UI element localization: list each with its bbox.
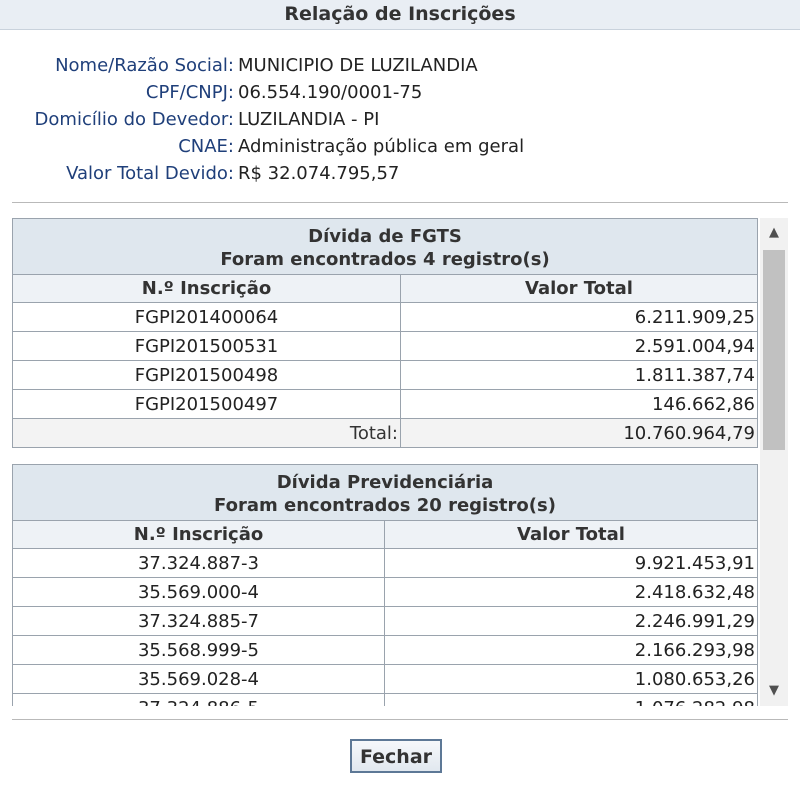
vertical-scrollbar[interactable]: ▲ ▼ — [760, 218, 788, 706]
info-label: CNAE: — [178, 136, 234, 157]
inscription-value: 1.076.282,98 — [384, 693, 758, 706]
inscription-value: 1.080.653,26 — [384, 664, 758, 694]
scroll-up-icon[interactable]: ▲ — [760, 220, 788, 246]
inscription-number: FGPI201500497 — [12, 389, 401, 419]
info-label: Nome/Razão Social: — [55, 55, 234, 76]
scroll-thumb[interactable] — [763, 250, 785, 450]
inscription-number: 35.569.000-4 — [12, 577, 385, 607]
info-label: Valor Total Devido: — [66, 163, 234, 184]
window-title: Relação de Inscrições — [0, 0, 800, 30]
fgts-col-value: Valor Total — [400, 274, 758, 303]
table-row: 35.569.028-4 1.080.653,26 — [12, 664, 758, 694]
table-row: 37.324.885-7 2.246.991,29 — [12, 606, 758, 636]
inscription-number: FGPI201400064 — [12, 302, 401, 332]
divider — [12, 719, 788, 720]
total-value: 10.760.964,79 — [400, 418, 758, 448]
close-button[interactable]: Fechar — [350, 739, 442, 773]
inscription-value: 2.166.293,98 — [384, 635, 758, 665]
inscriptions-scroll-area[interactable]: Dívida de FGTS Foram encontrados 4 regis… — [12, 218, 788, 706]
table-row: 37.324.887-3 9.921.453,91 — [12, 548, 758, 578]
debtor-info: Nome/Razão Social: MUNICIPIO DE LUZILAND… — [0, 52, 800, 187]
prev-caption-row: Dívida Previdenciária Foram encontrados … — [12, 464, 758, 521]
info-value: Administração pública em geral — [238, 136, 525, 157]
total-label: Total: — [12, 418, 401, 448]
inscriptions-content: Dívida de FGTS Foram encontrados 4 regis… — [12, 218, 758, 706]
fgts-caption-row: Dívida de FGTS Foram encontrados 4 regis… — [12, 218, 758, 275]
info-row-name: Nome/Razão Social: MUNICIPIO DE LUZILAND… — [0, 52, 800, 79]
prev-col-value: Valor Total — [384, 520, 758, 549]
previdenciaria-table: Dívida Previdenciária Foram encontrados … — [12, 464, 758, 706]
info-row-cnpj: CPF/CNPJ: 06.554.190/0001-75 — [0, 79, 800, 106]
inscription-number: 37.324.887-3 — [12, 548, 385, 578]
prev-header-row: N.º Inscrição Valor Total — [12, 520, 758, 549]
inscription-value: 1.811.387,74 — [400, 360, 758, 390]
fgts-header-row: N.º Inscrição Valor Total — [12, 274, 758, 303]
prev-col-inscription: N.º Inscrição — [12, 520, 385, 549]
info-value: LUZILANDIA - PI — [238, 109, 380, 130]
info-value: 06.554.190/0001-75 — [238, 82, 423, 103]
fgts-caption: Dívida de FGTS Foram encontrados 4 regis… — [12, 218, 758, 275]
inscription-number: FGPI201500531 — [12, 331, 401, 361]
info-value: R$ 32.074.795,57 — [238, 163, 400, 184]
info-row-cnae: CNAE: Administração pública em geral — [0, 133, 800, 160]
inscription-value: 2.246.991,29 — [384, 606, 758, 636]
inscription-number: FGPI201500498 — [12, 360, 401, 390]
info-value: MUNICIPIO DE LUZILANDIA — [238, 55, 478, 76]
inscription-number: 37.324.886-5 — [12, 693, 385, 706]
inscription-value: 6.211.909,25 — [400, 302, 758, 332]
divider — [12, 202, 788, 203]
info-row-total-due: Valor Total Devido: R$ 32.074.795,57 — [0, 160, 800, 187]
table-row: 35.568.999-5 2.166.293,98 — [12, 635, 758, 665]
fgts-table: Dívida de FGTS Foram encontrados 4 regis… — [12, 218, 758, 448]
fgts-col-inscription: N.º Inscrição — [12, 274, 401, 303]
table-row: FGPI201500497 146.662,86 — [12, 389, 758, 419]
inscription-value: 2.591.004,94 — [400, 331, 758, 361]
inscription-number: 35.569.028-4 — [12, 664, 385, 694]
inscription-number: 37.324.885-7 — [12, 606, 385, 636]
table-row: 37.324.886-5 1.076.282,98 — [12, 693, 758, 706]
table-row: FGPI201500531 2.591.004,94 — [12, 331, 758, 361]
inscription-value: 2.418.632,48 — [384, 577, 758, 607]
inscription-number: 35.568.999-5 — [12, 635, 385, 665]
prev-title: Dívida Previdenciária — [276, 472, 494, 493]
info-row-domicile: Domicílio do Devedor: LUZILANDIA - PI — [0, 106, 800, 133]
fgts-title: Dívida de FGTS — [308, 226, 462, 247]
scroll-down-icon[interactable]: ▼ — [760, 678, 788, 704]
fgts-subtitle: Foram encontrados 4 registro(s) — [220, 249, 550, 270]
fgts-total-row: Total: 10.760.964,79 — [12, 418, 758, 448]
table-row: FGPI201500498 1.811.387,74 — [12, 360, 758, 390]
inscription-value: 9.921.453,91 — [384, 548, 758, 578]
table-row: 35.569.000-4 2.418.632,48 — [12, 577, 758, 607]
prev-subtitle: Foram encontrados 20 registro(s) — [214, 495, 556, 516]
info-label: Domicílio do Devedor: — [34, 109, 234, 130]
info-label: CPF/CNPJ: — [145, 82, 234, 103]
prev-caption: Dívida Previdenciária Foram encontrados … — [12, 464, 758, 521]
inscription-value: 146.662,86 — [400, 389, 758, 419]
table-row: FGPI201400064 6.211.909,25 — [12, 302, 758, 332]
